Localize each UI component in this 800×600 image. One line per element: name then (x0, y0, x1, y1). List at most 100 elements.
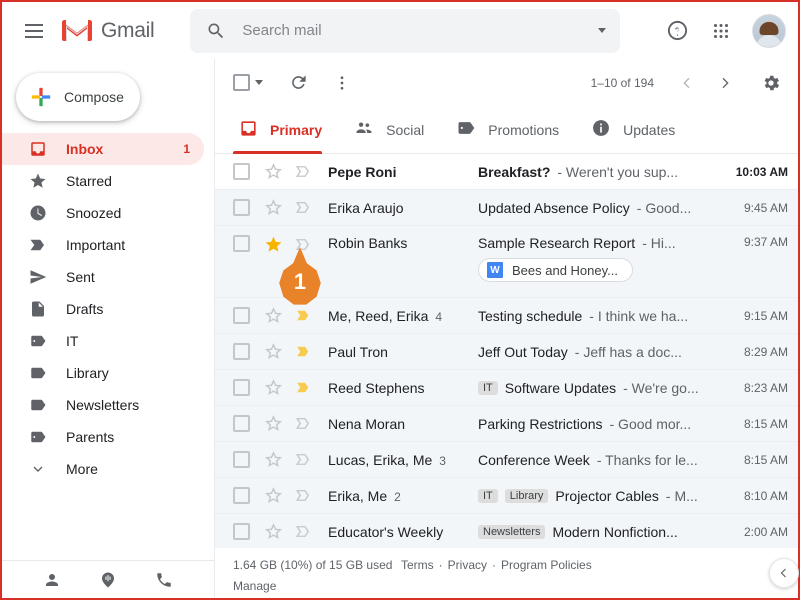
attachment-chip[interactable]: W Bees and Honey... (478, 258, 633, 282)
star-icon[interactable] (264, 450, 284, 469)
search-input[interactable] (242, 22, 591, 39)
email-time: 8:29 AM (743, 344, 788, 359)
email-subject-wrap: Updated Absence Policy - Good... (478, 200, 716, 216)
label-icon (28, 363, 48, 383)
list-toolbar: 1–10 of 194 (215, 59, 798, 106)
more-options-button[interactable] (323, 64, 361, 102)
table-row[interactable]: Nena Moran Parking Restrictions - Good m… (215, 406, 798, 442)
compose-button[interactable]: Compose (16, 73, 140, 121)
search-bar[interactable] (190, 8, 621, 53)
select-all-checkbox[interactable] (233, 74, 263, 91)
header-actions (658, 12, 786, 50)
table-row[interactable]: Educator's Weekly Newsletters Modern Non… (215, 514, 798, 548)
star-icon[interactable] (264, 198, 284, 217)
collapse-panel-button[interactable] (769, 558, 799, 588)
sidebar-item-newsletters[interactable]: Newsletters (2, 389, 204, 421)
important-icon[interactable] (294, 414, 314, 433)
star-icon (28, 171, 48, 191)
label-chip[interactable]: IT (478, 380, 498, 395)
important-icon[interactable] (294, 378, 314, 397)
sidebar-item-label: Drafts (66, 301, 104, 317)
email-sender: Erika, Me 2 (328, 488, 478, 504)
sidebar-item-important[interactable]: Important (2, 229, 204, 261)
row-checkbox[interactable] (233, 307, 250, 324)
row-checkbox[interactable] (233, 163, 250, 180)
table-row[interactable]: Pepe Roni Breakfast? - Weren't you sup..… (215, 154, 798, 190)
sidebar-item-snoozed[interactable]: Snoozed (2, 197, 204, 229)
sidebar-bottom-bar (2, 560, 214, 598)
email-subject-wrap: Newsletters Modern Nonfiction... (478, 524, 716, 540)
inbox-icon (28, 139, 48, 159)
sidebar-item-starred[interactable]: Starred (2, 165, 204, 197)
gmail-logo[interactable]: Gmail (62, 19, 155, 43)
row-checkbox[interactable] (233, 343, 250, 360)
table-row[interactable]: Reed Stephens IT Software Updates - We'r… (215, 370, 798, 406)
tab-updates[interactable]: Updates (585, 106, 701, 153)
table-row[interactable]: Erika, Me 2 IT Library Projector Cables … (215, 478, 798, 514)
important-icon[interactable] (294, 450, 314, 469)
email-snippet: - Thanks for le... (596, 451, 698, 468)
sidebar-item-label: IT (66, 333, 79, 349)
tab-social[interactable]: Social (348, 106, 450, 153)
email-sender: Lucas, Erika, Me 3 (328, 452, 478, 468)
terms-link[interactable]: Terms (401, 558, 434, 572)
refresh-button[interactable] (279, 64, 317, 102)
chat-icon[interactable] (95, 567, 121, 593)
phone-icon[interactable] (151, 567, 177, 593)
contacts-icon[interactable] (39, 567, 65, 593)
info-icon (591, 118, 611, 141)
row-checkbox[interactable] (233, 415, 250, 432)
sidebar-item-it[interactable]: IT (2, 325, 204, 357)
important-icon[interactable] (294, 342, 314, 361)
sidebar-item-inbox[interactable]: Inbox 1 (2, 133, 204, 165)
label-chip[interactable]: IT (478, 488, 498, 503)
important-icon[interactable] (294, 522, 314, 541)
email-time: 10:03 AM (735, 164, 788, 179)
email-subject-wrap: Testing schedule - I think we ha... (478, 308, 716, 324)
hamburger-icon[interactable] (16, 13, 52, 49)
help-icon[interactable] (658, 12, 696, 50)
next-page-button[interactable] (706, 64, 744, 102)
row-checkbox[interactable] (233, 487, 250, 504)
sender-name: Reed Stephens (328, 379, 425, 396)
star-icon[interactable] (264, 486, 284, 505)
star-icon[interactable] (264, 522, 284, 541)
important-icon[interactable] (294, 162, 314, 181)
row-checkbox[interactable] (233, 379, 250, 396)
sidebar-item-parents[interactable]: Parents (2, 421, 204, 453)
previous-page-button[interactable] (668, 64, 706, 102)
email-snippet: - Hi... (642, 235, 676, 251)
label-chip[interactable]: Library (504, 488, 549, 503)
star-icon[interactable] (264, 342, 284, 361)
star-icon[interactable] (264, 414, 284, 433)
row-checkbox[interactable] (233, 199, 250, 216)
row-checkbox[interactable] (233, 235, 250, 252)
legal-links: Terms · Privacy · Program Policies (401, 558, 592, 572)
table-row[interactable]: Paul Tron Jeff Out Today - Jeff has a do… (215, 334, 798, 370)
manage-storage-link[interactable]: Manage (233, 579, 401, 593)
sidebar-item-more[interactable]: More (2, 453, 204, 485)
star-icon[interactable] (264, 162, 284, 181)
important-icon[interactable] (294, 486, 314, 505)
label-chip[interactable]: Newsletters (478, 524, 546, 539)
settings-button[interactable] (752, 64, 790, 102)
search-options-chevron-down-icon[interactable] (598, 28, 607, 33)
sidebar-item-sent[interactable]: Sent (2, 261, 204, 293)
apps-grid-icon[interactable] (702, 12, 740, 50)
tab-promotions[interactable]: Promotions (450, 106, 585, 153)
avatar[interactable] (752, 13, 786, 48)
program-policies-link[interactable]: Program Policies (501, 558, 592, 572)
email-subject: Software Updates (504, 379, 617, 396)
sidebar-item-drafts[interactable]: Drafts (2, 293, 204, 325)
table-row[interactable]: Erika Araujo Updated Absence Policy - Go… (215, 190, 798, 226)
row-checkbox[interactable] (233, 451, 250, 468)
email-sender: Paul Tron (328, 344, 478, 360)
tab-primary[interactable]: Primary (233, 106, 348, 154)
table-row[interactable]: Lucas, Erika, Me 3 Conference Week - Tha… (215, 442, 798, 478)
row-checkbox[interactable] (233, 523, 250, 540)
important-icon[interactable] (294, 198, 314, 217)
privacy-link[interactable]: Privacy (448, 558, 487, 572)
sidebar-item-library[interactable]: Library (2, 357, 204, 389)
tab-label: Primary (270, 121, 323, 138)
star-icon[interactable] (264, 378, 284, 397)
